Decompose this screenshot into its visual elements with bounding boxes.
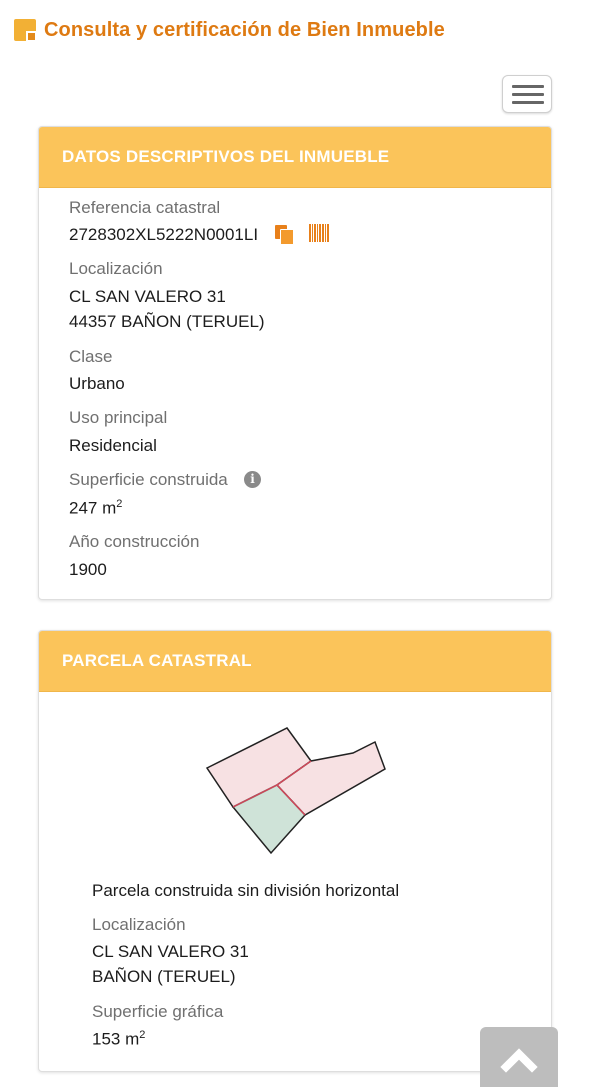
ano-value: 1900 [69, 560, 107, 579]
parcel-sup-value: 153 m2 [92, 1029, 146, 1049]
logo-icon [14, 19, 36, 41]
descriptive-panel: DATOS DESCRIPTIVOS DEL INMUEBLE Referenc… [38, 126, 552, 600]
clase-value: Urbano [69, 374, 125, 393]
chevron-up-icon [500, 1048, 538, 1073]
descriptive-panel-heading: DATOS DESCRIPTIVOS DEL INMUEBLE [39, 127, 551, 188]
info-icon[interactable]: i [244, 471, 261, 488]
menu-icon [512, 85, 544, 88]
menu-button[interactable] [502, 75, 552, 113]
parcel-type: Parcela construida sin división horizont… [92, 881, 400, 900]
app-header: Consulta y certificación de Bien Inmuebl… [14, 14, 445, 46]
loc-line2: 44357 BAÑON (TERUEL) [69, 312, 265, 331]
scroll-top-button[interactable] [480, 1027, 558, 1087]
barcode-icon[interactable] [309, 224, 329, 242]
parcel-loc-label: Localización [92, 915, 186, 934]
clase-label: Clase [69, 347, 113, 366]
sup-label: Superficie construida [69, 470, 228, 489]
page-title: Consulta y certificación de Bien Inmuebl… [44, 18, 445, 41]
ano-label: Año construcción [69, 532, 200, 551]
uso-label: Uso principal [69, 408, 168, 427]
sup-value: 247 m2 [69, 498, 123, 518]
parcel-loc-line1: CL SAN VALERO 31 [92, 942, 249, 961]
parcel-panel-heading: PARCELA CATASTRAL [39, 631, 551, 692]
ref-label: Referencia catastral [69, 198, 221, 217]
ref-value: 2728302XL5222N0001LI [69, 225, 259, 244]
parcel-panel: PARCELA CATASTRAL Parcela construida sin… [38, 630, 552, 1072]
parcel-map[interactable] [39, 721, 552, 891]
loc-label: Localización [69, 259, 163, 278]
parcel-loc-line2: BAÑON (TERUEL) [92, 967, 236, 986]
uso-value: Residencial [69, 436, 157, 455]
parcel-sup-label: Superficie gráfica [92, 1002, 224, 1021]
loc-line1: CL SAN VALERO 31 [69, 287, 226, 306]
copy-icon[interactable] [275, 225, 294, 245]
